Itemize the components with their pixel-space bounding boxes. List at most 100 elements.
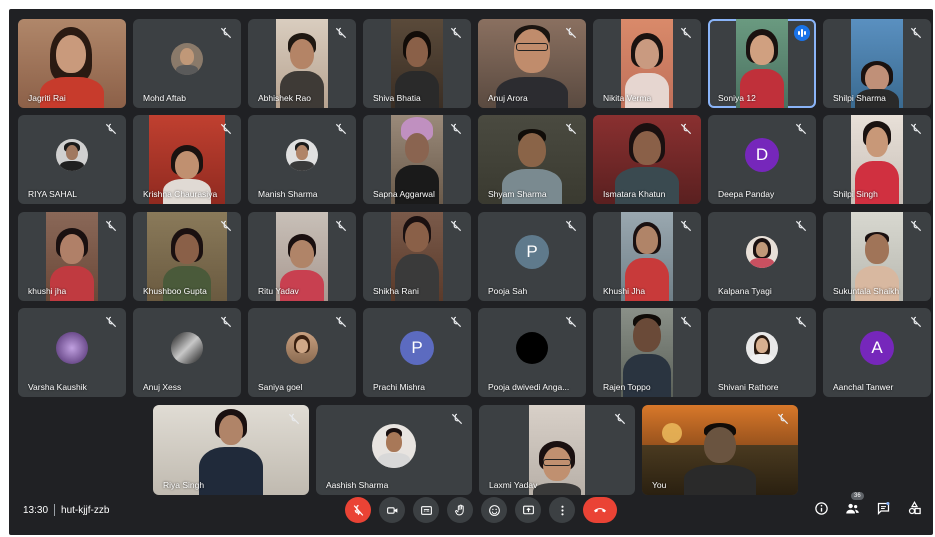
participant-tile[interactable]: Jagriti Rai <box>18 19 126 108</box>
participant-name: Jagriti Rai <box>28 93 66 103</box>
participant-tile[interactable]: P Pooja Sah <box>478 212 586 301</box>
mic-off-icon <box>795 123 807 135</box>
participant-name: Aashish Sharma <box>326 480 389 490</box>
camera-toggle-button[interactable] <box>379 497 405 523</box>
avatar-letter: A <box>860 331 894 366</box>
participant-tile[interactable]: Laxmi Yadav <box>479 405 635 495</box>
participant-name: Pooja dwivedi Anga... <box>488 382 570 392</box>
meeting-toolbar: 13:30 hut-kjjf-zzb 36 <box>9 492 933 535</box>
participant-tile[interactable]: Rajen Toppo <box>593 308 701 397</box>
mic-off-icon <box>680 27 692 39</box>
participant-tile[interactable]: Kalpana Tyagi <box>708 212 816 301</box>
participant-tile[interactable]: Manish Sharma <box>248 115 356 204</box>
mic-off-icon <box>680 316 692 328</box>
activities-button[interactable] <box>905 499 923 517</box>
participant-tile[interactable]: Abhishek Rao <box>248 19 356 108</box>
activities-icon <box>908 500 921 514</box>
mic-toggle-button[interactable] <box>345 497 371 523</box>
participant-tile[interactable]: P Prachi Mishra <box>363 308 471 397</box>
participant-tile[interactable]: Ismatara Khatun <box>593 115 701 204</box>
participant-tile[interactable]: Anuj Xess <box>133 308 241 397</box>
participant-tile[interactable]: Shilpi Sharma <box>823 19 931 108</box>
participant-tile[interactable]: Saniya goel <box>248 308 356 397</box>
speaking-indicator-icon <box>794 25 810 41</box>
participant-tile[interactable]: Varsha Kaushik <box>18 308 126 397</box>
mic-off-icon <box>565 220 577 232</box>
avatar-letter: D <box>745 138 779 173</box>
raise-hand-button[interactable] <box>447 497 473 523</box>
present-button[interactable] <box>515 497 541 523</box>
reactions-button[interactable] <box>481 497 507 523</box>
chat-button[interactable] <box>874 499 892 517</box>
participant-tile[interactable]: Sukuntala Shaikh <box>823 212 931 301</box>
more-options-button[interactable] <box>549 497 575 523</box>
mic-off-icon <box>105 123 117 135</box>
participant-tile[interactable]: Mohd Aftab <box>133 19 241 108</box>
participant-tile[interactable]: Shivani Rathore <box>708 308 816 397</box>
present-icon <box>522 505 534 514</box>
captions-icon <box>420 505 432 515</box>
leave-call-button[interactable] <box>583 497 617 523</box>
captions-button[interactable] <box>413 497 439 523</box>
people-button[interactable]: 36 <box>843 492 864 517</box>
participant-tile[interactable]: Anuj Arora <box>478 19 586 108</box>
mic-off-icon <box>680 220 692 232</box>
participant-tile[interactable]: Ritu Yadav <box>248 212 356 301</box>
participant-name: Nikita Verma <box>603 93 652 103</box>
participant-tile[interactable]: RIYA SAHAL <box>18 115 126 204</box>
participant-count-badge: 36 <box>851 492 864 500</box>
camera-icon <box>386 506 397 514</box>
participant-tile[interactable]: Shilpi Singh <box>823 115 931 204</box>
mic-off-icon <box>910 316 922 328</box>
avatar <box>286 139 318 172</box>
hangup-icon <box>594 508 606 513</box>
participant-tile[interactable]: Nikita Verma <box>593 19 701 108</box>
participant-name: Ritu Yadav <box>258 286 299 296</box>
participant-name: Manish Sharma <box>258 189 318 199</box>
participant-tile[interactable]: D Deepa Panday <box>708 115 816 204</box>
participant-tile[interactable]: Khushboo Gupta <box>133 212 241 301</box>
mic-off-icon <box>105 316 117 328</box>
mic-off-icon <box>680 123 692 135</box>
mic-off-icon <box>614 413 626 425</box>
participant-name: Shyam Sharma <box>488 189 547 199</box>
meeting-details-button[interactable] <box>812 499 830 517</box>
side-controls: 36 <box>812 492 923 517</box>
participant-tile[interactable]: Khushi Jha <box>593 212 701 301</box>
chat-icon <box>877 501 889 515</box>
more-icon <box>560 505 564 515</box>
participant-tile[interactable]: Shikha Rani <box>363 212 471 301</box>
self-view-tile[interactable]: You <box>642 405 798 495</box>
participant-name: Saniya goel <box>258 382 303 392</box>
participant-tile[interactable]: khushi jha <box>18 212 126 301</box>
participant-video <box>529 405 585 495</box>
avatar <box>516 332 548 365</box>
participant-tile[interactable]: Shiva Bhatia <box>363 19 471 108</box>
avatar-letter: P <box>400 331 434 366</box>
people-icon <box>845 503 859 513</box>
mic-off-icon <box>910 27 922 39</box>
participant-name: Abhishek Rao <box>258 93 311 103</box>
participant-name: Shilpi Sharma <box>833 93 886 103</box>
participant-tile-active[interactable]: Soniya 12 <box>708 19 816 108</box>
participant-tile[interactable]: Riya Singh <box>153 405 309 495</box>
meeting-code: hut-kjjf-zzb <box>61 504 110 516</box>
avatar <box>372 423 416 468</box>
participant-name: Riya Singh <box>163 480 205 490</box>
mic-off-icon <box>288 413 300 425</box>
participant-name: Laxmi Yadav <box>489 480 538 490</box>
raise-hand-icon <box>454 504 464 515</box>
participant-tile[interactable]: Pooja dwivedi Anga... <box>478 308 586 397</box>
mic-off-icon <box>795 316 807 328</box>
mic-off-icon <box>451 413 463 425</box>
participant-name: Shiva Bhatia <box>373 93 421 103</box>
mic-off-icon <box>335 316 347 328</box>
call-controls <box>345 497 617 523</box>
participant-tile[interactable]: Krishna Chaurasiya <box>133 115 241 204</box>
participant-tile[interactable]: Shyam Sharma <box>478 115 586 204</box>
participant-tile[interactable]: Aashish Sharma <box>316 405 472 495</box>
participant-tile[interactable]: A Aanchal Tanwer <box>823 308 931 397</box>
participant-tile[interactable]: Sapna Aggarwal <box>363 115 471 204</box>
participant-name: Krishna Chaurasiya <box>143 189 218 199</box>
mic-off-icon <box>335 123 347 135</box>
